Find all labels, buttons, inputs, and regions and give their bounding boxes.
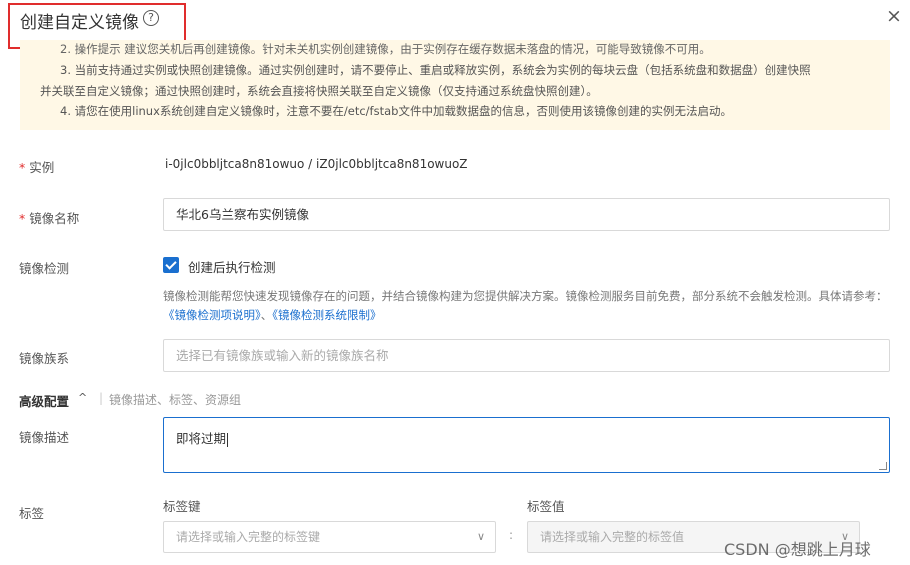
chevron-up-icon[interactable]: ^ <box>78 391 87 404</box>
tip-line: 4. 请您在使用linux系统创建自定义镜像时，注意不要在/etc/fstab文… <box>60 104 732 118</box>
image-check-checkbox[interactable] <box>163 257 179 273</box>
tip-line: 2. 操作提示 建议您关机后再创建镜像。针对未关机实例创建镜像，由于实例存在缓存… <box>60 42 711 56</box>
image-family-input[interactable]: 选择已有镜像族或输入新的镜像族名称 <box>163 339 890 372</box>
image-name-label: * 镜像名称 <box>19 211 80 226</box>
divider: | <box>99 391 104 405</box>
tip-line: 并关联至自定义镜像；通过快照创建时，系统会直接将快照关联至自定义镜像（仅支持通过… <box>40 84 598 98</box>
tag-value-label: 标签值 <box>527 499 565 514</box>
required-mark: * <box>19 160 26 175</box>
instance-value: i-0jlc0bbljtca8n81owuo / iZ0jlc0bbljtca8… <box>165 157 468 171</box>
instance-label: * 实例 <box>19 160 55 175</box>
image-check-limits-link[interactable]: 《镜像检测系统限制》 <box>272 308 381 322</box>
image-desc-label: 镜像描述 <box>19 430 70 445</box>
tag-key-select[interactable]: 请选择或输入完整的标签键 ∨ <box>163 521 496 553</box>
image-check-items-link[interactable]: 《镜像检测项说明》 <box>163 308 261 322</box>
image-check-label: 镜像检测 <box>19 261 70 276</box>
dialog-title: 创建自定义镜像 <box>20 13 139 33</box>
tag-key-label: 标签键 <box>163 499 201 514</box>
image-family-label: 镜像族系 <box>19 351 70 366</box>
image-desc-textarea[interactable]: 即将过期 <box>163 417 890 473</box>
advanced-config-hint: 镜像描述、标签、资源组 <box>109 393 242 407</box>
help-icon[interactable]: ? <box>143 10 159 26</box>
advanced-config-toggle[interactable]: 高级配置 <box>19 391 69 410</box>
image-check-option[interactable]: 创建后执行检测 <box>188 257 276 276</box>
tag-colon: : <box>509 528 514 542</box>
tag-label: 标签 <box>19 506 45 521</box>
tips-panel: 2. 操作提示 建议您关机后再创建镜像。针对未关机实例创建镜像，由于实例存在缓存… <box>20 40 890 130</box>
image-name-input[interactable]: 华北6乌兰察布实例镜像 <box>163 198 890 231</box>
resize-handle-icon[interactable] <box>879 462 887 470</box>
chevron-down-icon: ∨ <box>476 530 485 543</box>
image-check-description: 镜像检测能帮您快速发现镜像存在的问题，并结合镜像构建为您提供解决方案。镜像检测服… <box>163 289 888 322</box>
dialog-header: 创建自定义镜像 ? × <box>0 0 910 49</box>
text-cursor <box>227 432 229 447</box>
close-icon[interactable]: × <box>886 6 902 26</box>
watermark: CSDN @想跳上月球 <box>724 540 871 559</box>
tip-line: 3. 当前支持通过实例或快照创建镜像。通过实例创建时，请不要停止、重启或释放实例… <box>60 63 811 77</box>
required-mark: * <box>19 211 26 226</box>
